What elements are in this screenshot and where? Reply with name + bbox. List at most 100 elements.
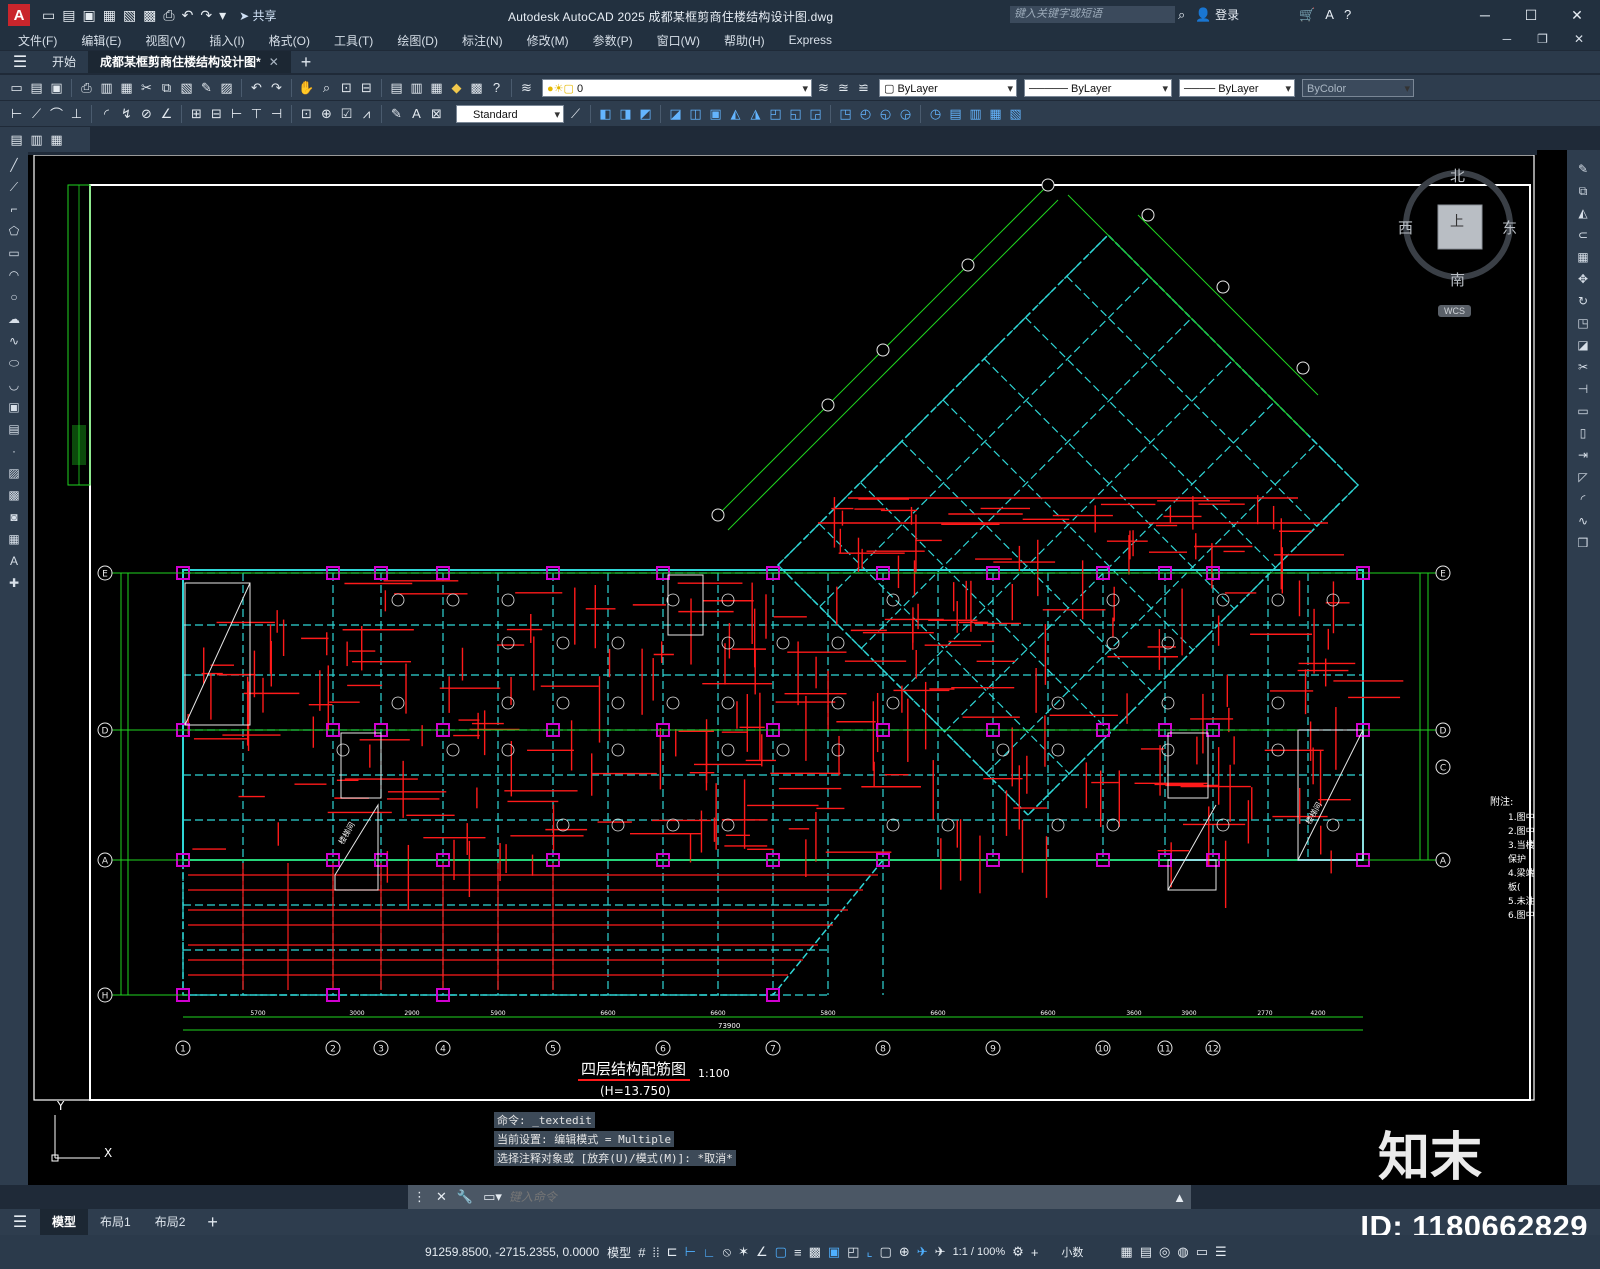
workspace-gear-icon[interactable]: ⚙ [1012,1244,1024,1260]
layer-state-icon[interactable]: ≌ [855,79,872,96]
open-icon[interactable]: ▤ [62,7,75,24]
snap-icon[interactable]: ⁞⁞ [652,1245,659,1260]
print-icon[interactable]: ⎙ [163,7,174,24]
dim-space-icon[interactable]: ⊤ [248,105,265,122]
menu-insert[interactable]: 插入(I) [209,32,244,49]
thicken-icon[interactable]: ◱ [787,105,804,122]
menu-file[interactable]: 文件(F) [18,32,57,49]
menu-draw[interactable]: 绘图(D) [397,32,438,49]
save-icon[interactable]: ▣ [48,79,65,96]
save-icon[interactable]: ▣ [82,7,95,24]
viewcube-south[interactable]: 南 [1450,269,1465,290]
inspect-icon[interactable]: ☑ [338,105,355,122]
continue-icon[interactable]: ⊢ [228,105,245,122]
check-spelling-icon[interactable]: ▥ [28,131,45,148]
section-icon[interactable]: ◲ [807,105,824,122]
lineweight-dropdown[interactable]: ──── ByLayer [1179,78,1295,98]
quick-properties-icon[interactable]: ▦ [1120,1244,1132,1260]
search-icon[interactable]: ⌕ [1178,7,1185,23]
dynamic-ucs-icon[interactable]: ⌞ [866,1244,872,1260]
tolerance-icon[interactable]: ⊡ [298,105,315,122]
match-properties-icon[interactable]: ✎ [198,79,215,96]
layout-menu-icon[interactable]: ☰ [0,1212,40,1232]
linetype-dropdown[interactable]: ───── ByLayer [1024,78,1172,98]
dim-edit-icon[interactable]: ✎ [388,105,405,122]
isolate-objects-icon[interactable]: ◎ [1159,1244,1170,1260]
extrude-icon[interactable]: ◪ [667,105,684,122]
ucs-view-icon[interactable]: ▦ [987,105,1004,122]
tab-layout2[interactable]: 布局2 [143,1209,198,1235]
lock-ui-icon[interactable]: ▤ [1140,1244,1152,1260]
selection-cycling-icon[interactable]: ▣ [828,1244,840,1260]
arc-icon[interactable]: ◠ [4,268,24,282]
command-history-toggle-icon[interactable]: ▲ [1173,1190,1186,1205]
doc-minimize-button[interactable]: ─ [1503,32,1512,46]
ortho-icon[interactable]: ∟ [703,1245,716,1260]
linear-dim-icon[interactable]: ⊢ [8,105,25,122]
polygon-icon[interactable]: ⬠ [4,224,24,238]
region-icon[interactable]: ◙ [4,510,24,524]
tab-layout1[interactable]: 布局1 [88,1209,143,1235]
publish-icon[interactable]: ▦ [118,79,135,96]
viewcube-west[interactable]: 西 [1398,217,1413,238]
menu-edit[interactable]: 编辑(E) [81,32,121,49]
calculator-icon[interactable]: ▩ [468,79,485,96]
dim-break-icon[interactable]: ⊣ [268,105,285,122]
crease-icon[interactable]: ◶ [897,105,914,122]
command-input[interactable] [506,1189,1169,1205]
units-dropdown[interactable]: 小数 [1061,1244,1083,1260]
ordinate-icon[interactable]: ⊥ [68,105,85,122]
arc-length-icon[interactable]: ⌒ [48,105,65,122]
edit-text-icon[interactable]: ▤ [8,131,25,148]
block-editor-icon[interactable]: ▨ [218,79,235,96]
menu-format[interactable]: 格式(O) [269,32,310,49]
autodesk-app-icon[interactable]: A [1325,7,1334,22]
gizmo-icon[interactable]: ⊕ [899,1244,910,1260]
gradient-icon[interactable]: ▩ [4,488,24,502]
model-space-button[interactable]: 模型 [607,1244,631,1261]
circle-icon[interactable]: ○ [4,290,24,304]
viewcube-east[interactable]: 东 [1502,217,1517,238]
new-icon[interactable]: ▭ [8,79,25,96]
menu-dimension[interactable]: 标注(N) [462,32,503,49]
polar-icon[interactable]: ⦸ [723,1244,731,1260]
baseline-icon[interactable]: ⊟ [208,105,225,122]
customize-qat-icon[interactable]: ▾ [219,7,226,24]
menu-express[interactable]: Express [789,33,832,47]
viewcube-north[interactable]: 北 [1450,165,1465,186]
chamfer-icon[interactable]: ◸ [1573,470,1593,484]
close-command-icon[interactable]: ✕ [436,1189,447,1205]
open-icon[interactable]: ▤ [28,79,45,96]
layer-previous-icon[interactable]: ≊ [835,79,852,96]
join-icon[interactable]: ⇥ [1573,448,1593,462]
smooth-icon[interactable]: ◴ [857,105,874,122]
plot-icon[interactable]: ⎙ [78,79,95,96]
menu-help[interactable]: 帮助(H) [724,32,765,49]
annotation-monitor-icon[interactable]: + [1031,1245,1039,1260]
transparency-icon[interactable]: ▩ [809,1244,821,1260]
layer-properties-icon[interactable]: ≋ [518,79,535,96]
copy-icon[interactable]: ⧉ [158,79,175,96]
hardware-acceleration-icon[interactable]: ◍ [1177,1244,1188,1260]
object-snap-tracking-icon[interactable]: ∠ [756,1244,768,1260]
rotate-icon[interactable]: ↻ [1573,294,1593,308]
customization-icon[interactable]: ☰ [1215,1244,1227,1260]
ucs-world-icon[interactable]: ▤ [947,105,964,122]
design-center-icon[interactable]: ▥ [408,79,425,96]
tab-active-drawing[interactable]: 成都某框剪商住楼结构设计图* ✕ [88,51,291,73]
construction-line-icon[interactable]: ⟋ [4,180,24,195]
ucs-icon[interactable]: ◷ [927,105,944,122]
save-as-icon[interactable]: ▦ [103,7,116,24]
web-mobile-icon[interactable]: ▧ [123,7,136,24]
new-icon[interactable]: ▭ [42,7,55,24]
close-tab-icon[interactable]: ✕ [269,55,279,69]
ucs-origin-icon[interactable]: ▥ [967,105,984,122]
search-input[interactable]: 键入关键字或短语 [1010,6,1175,23]
menu-modify[interactable]: 修改(M) [527,32,569,49]
make-current-layer-icon[interactable]: ≋ [815,79,832,96]
autocad-logo-button[interactable]: A [8,4,30,26]
doc-restore-button[interactable]: ❐ [1537,32,1548,46]
drawing-canvas[interactable]: 1 2 3 4 5 6 7 8 9 10 11 12 E D A H E D C A 5700 3000 2900 5900 6… [28,154,1537,1188]
jogged-linear-icon[interactable]: ⩘ [358,105,375,122]
preview-icon[interactable]: ▥ [98,79,115,96]
